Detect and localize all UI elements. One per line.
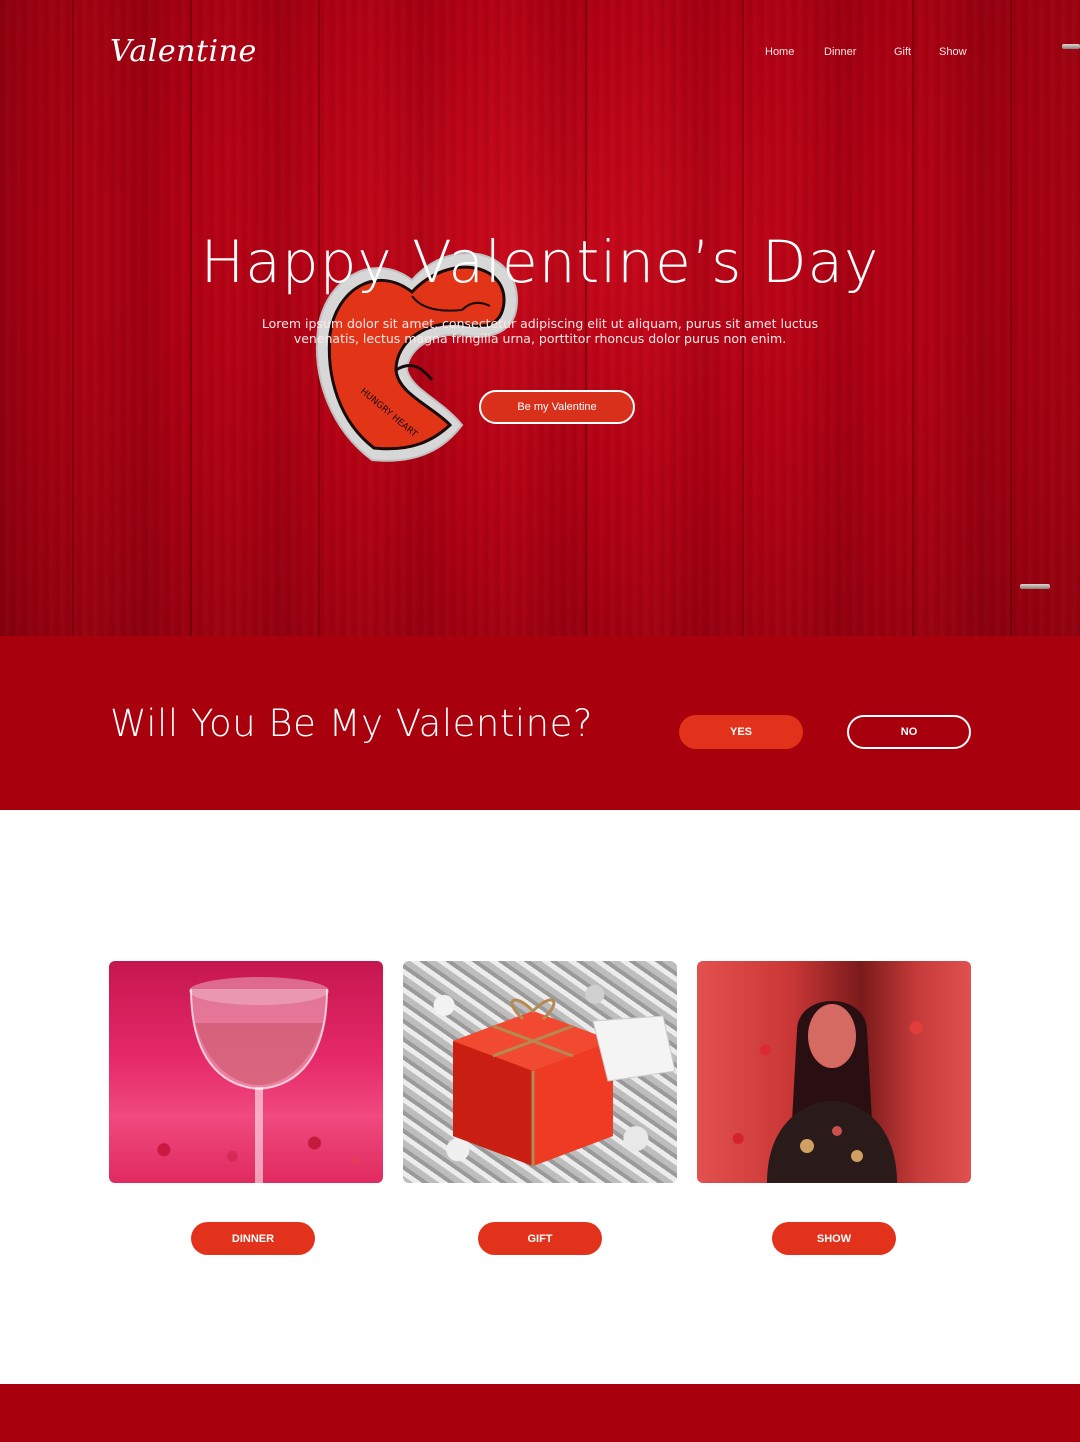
- wood-plank-seam: [190, 0, 192, 636]
- no-button[interactable]: NO: [847, 715, 971, 749]
- show-image[interactable]: [697, 961, 971, 1183]
- dinner-image[interactable]: [109, 961, 383, 1183]
- gift-image[interactable]: [403, 961, 677, 1183]
- hero-subtitle-line-1: Lorem ipsum dolor sit amet, consectetur …: [261, 316, 819, 331]
- hero-section: Valentine Home Dinner Gift Show HUNGRY H…: [0, 0, 1080, 636]
- show-button[interactable]: SHOW: [772, 1222, 896, 1255]
- footer-band: [0, 1384, 1080, 1442]
- nail-decoration: [1020, 584, 1050, 589]
- yes-button[interactable]: YES: [679, 715, 803, 749]
- woman-portrait-icon: [767, 1001, 897, 1183]
- nav-link-home[interactable]: Home: [765, 46, 794, 58]
- question-section: Will You Be My Valentine? YES NO: [0, 636, 1080, 810]
- nav-link-gift[interactable]: Gift: [894, 46, 911, 58]
- nail-decoration: [1062, 44, 1080, 49]
- be-my-valentine-button[interactable]: Be my Valentine: [479, 390, 635, 424]
- hero-subtitle: Lorem ipsum dolor sit amet, consectetur …: [240, 316, 840, 346]
- nav-link-dinner[interactable]: Dinner: [824, 46, 856, 58]
- wood-plank-seam: [72, 0, 74, 636]
- hero-subtitle-line-2: venenatis, lectus magna fringilla urna, …: [293, 331, 787, 346]
- hero-title: Happy Valentine’s Day: [200, 228, 880, 296]
- gift-button[interactable]: GIFT: [478, 1222, 602, 1255]
- wine-glass-icon: [189, 977, 329, 1183]
- dinner-button[interactable]: DINNER: [191, 1222, 315, 1255]
- brand-logo[interactable]: Valentine: [110, 34, 257, 69]
- wood-plank-seam: [1010, 0, 1012, 636]
- gift-box-icon: [453, 998, 676, 1166]
- wood-plank-seam: [912, 0, 914, 636]
- question-heading: Will You Be My Valentine?: [110, 702, 593, 745]
- nav-link-show[interactable]: Show: [939, 46, 967, 58]
